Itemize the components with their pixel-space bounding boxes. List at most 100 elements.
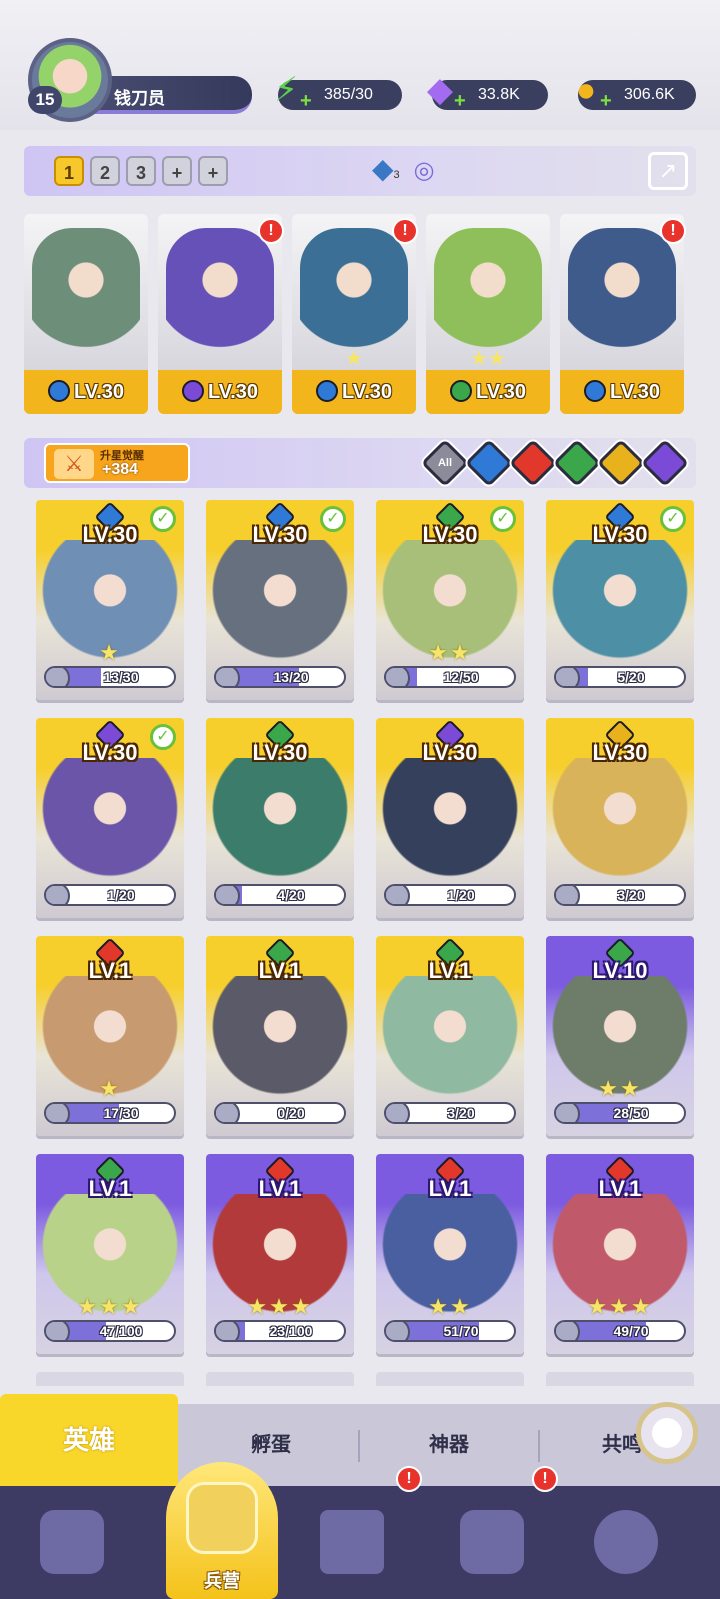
shard-progress-bar: 4/20 xyxy=(214,884,346,906)
coin-value: 306.6K xyxy=(624,86,675,103)
add-gem-icon[interactable]: + xyxy=(454,91,472,111)
team-hero-level: LV.30 xyxy=(24,370,148,414)
shard-icon xyxy=(216,1322,240,1340)
add-energy-icon[interactable]: + xyxy=(300,91,318,111)
shard-progress-bar: 0/20 xyxy=(214,1102,346,1124)
hero-card[interactable]: LV.1 ★ 17/30 xyxy=(36,936,184,1136)
team-tab-3[interactable]: 3 xyxy=(126,156,156,186)
hero-card-partial xyxy=(546,1372,694,1386)
floating-ring-button[interactable] xyxy=(636,1402,698,1464)
filter-dark-icon[interactable] xyxy=(640,438,690,488)
share-icon[interactable]: ↗ xyxy=(648,152,688,190)
shard-count: 23/100 xyxy=(269,1323,313,1339)
shard-count: 1/20 xyxy=(447,887,475,903)
team-hero-level: LV.30 xyxy=(560,370,684,414)
awaken-button[interactable]: ⚔ 升星觉醒 +384 xyxy=(44,443,190,483)
filter-all-icon[interactable]: All xyxy=(420,438,470,488)
hero-card[interactable]: LV.30 1/20 xyxy=(376,718,524,918)
star-rating: ★★★ xyxy=(587,1294,653,1319)
add-coin-icon[interactable]: + xyxy=(600,91,618,111)
castle-alert-badge: ! xyxy=(532,1466,558,1492)
filter-label: All xyxy=(437,457,453,469)
hero-card[interactable]: LV.1 ★★★ 23/100 xyxy=(206,1154,354,1354)
hero-level: LV.1 xyxy=(598,1176,642,1201)
nav-castle-button[interactable]: ! xyxy=(430,1466,570,1599)
star-rating: ★★ xyxy=(428,640,472,665)
nav-cards-button[interactable] xyxy=(0,1486,140,1599)
nav-barracks-button[interactable]: 兵营 xyxy=(166,1462,278,1599)
shard-count: 1/20 xyxy=(107,887,135,903)
mushroom-icon xyxy=(594,1510,658,1574)
hero-portrait xyxy=(552,540,688,660)
tab-divider xyxy=(538,1430,540,1462)
team-hero-card[interactable]: LV.30 xyxy=(560,214,684,414)
team-tab-1[interactable]: 1 xyxy=(54,156,84,186)
energy-counter[interactable]: ⚡ + 385/30 xyxy=(274,73,402,111)
hero-portrait xyxy=(382,758,518,878)
gem-counter[interactable]: ◆ + 33.8K xyxy=(427,73,548,111)
nav-mushroom-button[interactable] xyxy=(574,1486,714,1599)
team-hero-card[interactable]: LV.30 xyxy=(24,214,148,414)
hero-card-partial xyxy=(36,1372,184,1386)
filter-water-icon[interactable] xyxy=(464,438,514,488)
team-tab-2[interactable]: 2 xyxy=(90,156,120,186)
team-hero-card[interactable]: ★ LV.30 xyxy=(292,214,416,414)
coin-counter[interactable]: ● + 306.6K xyxy=(576,73,696,111)
awaken-value: +384 xyxy=(102,461,139,478)
filter-light-icon[interactable] xyxy=(596,438,646,488)
hero-card[interactable]: LV.30 ✓ 5/20 xyxy=(546,500,694,700)
hero-card[interactable]: LV.1 ★★★ 47/100 xyxy=(36,1154,184,1354)
bottom-navigation: ! ! xyxy=(0,1466,720,1599)
hero-card[interactable]: LV.1 3/20 xyxy=(376,936,524,1136)
tab-artifacts[interactable]: 神器 xyxy=(362,1404,536,1486)
hero-portrait xyxy=(212,758,348,878)
add-team-button-2[interactable]: + xyxy=(198,156,228,186)
star-rating: ★ xyxy=(345,348,363,370)
team-hero-card[interactable]: ★★ LV.30 xyxy=(426,214,550,414)
hero-card[interactable]: LV.30 4/20 xyxy=(206,718,354,918)
star-rating: ★ xyxy=(99,640,121,665)
shard-count: 0/20 xyxy=(277,1105,305,1121)
hero-card[interactable]: LV.1 0/20 xyxy=(206,936,354,1136)
team-element-icon[interactable]: ◆3 ◎ xyxy=(372,152,434,185)
search-icon[interactable]: ◎ xyxy=(413,157,434,184)
hero-card[interactable]: LV.1 ★★★ 49/70 xyxy=(546,1154,694,1354)
shard-count: 12/50 xyxy=(443,669,479,685)
hero-card[interactable]: LV.30 ✓ ★ 13/30 xyxy=(36,500,184,700)
add-team-button-1[interactable]: + xyxy=(162,156,192,186)
hero-level: LV.1 xyxy=(428,1176,472,1201)
shard-count: 17/30 xyxy=(103,1105,139,1121)
hero-portrait xyxy=(382,976,518,1096)
hero-card[interactable]: LV.1 ★★ 51/70 xyxy=(376,1154,524,1354)
hero-portrait xyxy=(552,758,688,878)
tab-heroes[interactable]: 英雄 xyxy=(0,1394,178,1486)
hero-card[interactable]: LV.30 ✓ 13/20 xyxy=(206,500,354,700)
star-rating: ★★★ xyxy=(77,1294,143,1319)
shard-icon xyxy=(216,886,240,904)
nav-map-button[interactable]: ! xyxy=(290,1466,430,1599)
alert-badge: ! xyxy=(392,218,418,244)
team-hero-card[interactable]: LV.30 xyxy=(158,214,282,414)
filter-wind-icon[interactable] xyxy=(552,438,602,488)
hero-card-partial xyxy=(206,1372,354,1386)
hero-level: LV.30 xyxy=(252,740,308,765)
nav-barracks-label: 兵营 xyxy=(204,1571,240,1591)
element-icon xyxy=(449,380,472,402)
hero-portrait xyxy=(42,758,178,878)
hero-card[interactable]: LV.30 ✓ ★★ 12/50 xyxy=(376,500,524,700)
shard-icon xyxy=(216,668,240,686)
team-hero-level: LV.30 xyxy=(292,370,416,414)
shard-count: 47/100 xyxy=(99,1323,143,1339)
collection-subtabs: 英雄 孵蛋 神器 共鸣 xyxy=(0,1394,720,1486)
star-rating: ★★ xyxy=(470,348,506,370)
hero-card[interactable]: LV.30 3/20 xyxy=(546,718,694,918)
shard-progress-bar: 28/50 xyxy=(554,1102,686,1124)
check-icon: ✓ xyxy=(490,506,516,532)
shard-count: 5/20 xyxy=(617,669,645,685)
hero-card[interactable]: LV.30 ✓ 1/20 xyxy=(36,718,184,918)
element-icon xyxy=(583,380,606,402)
filter-fire-icon[interactable] xyxy=(508,438,558,488)
hero-card[interactable]: LV.10 ★★ 28/50 xyxy=(546,936,694,1136)
element-icon xyxy=(47,380,70,402)
shard-count: 13/30 xyxy=(103,669,139,685)
